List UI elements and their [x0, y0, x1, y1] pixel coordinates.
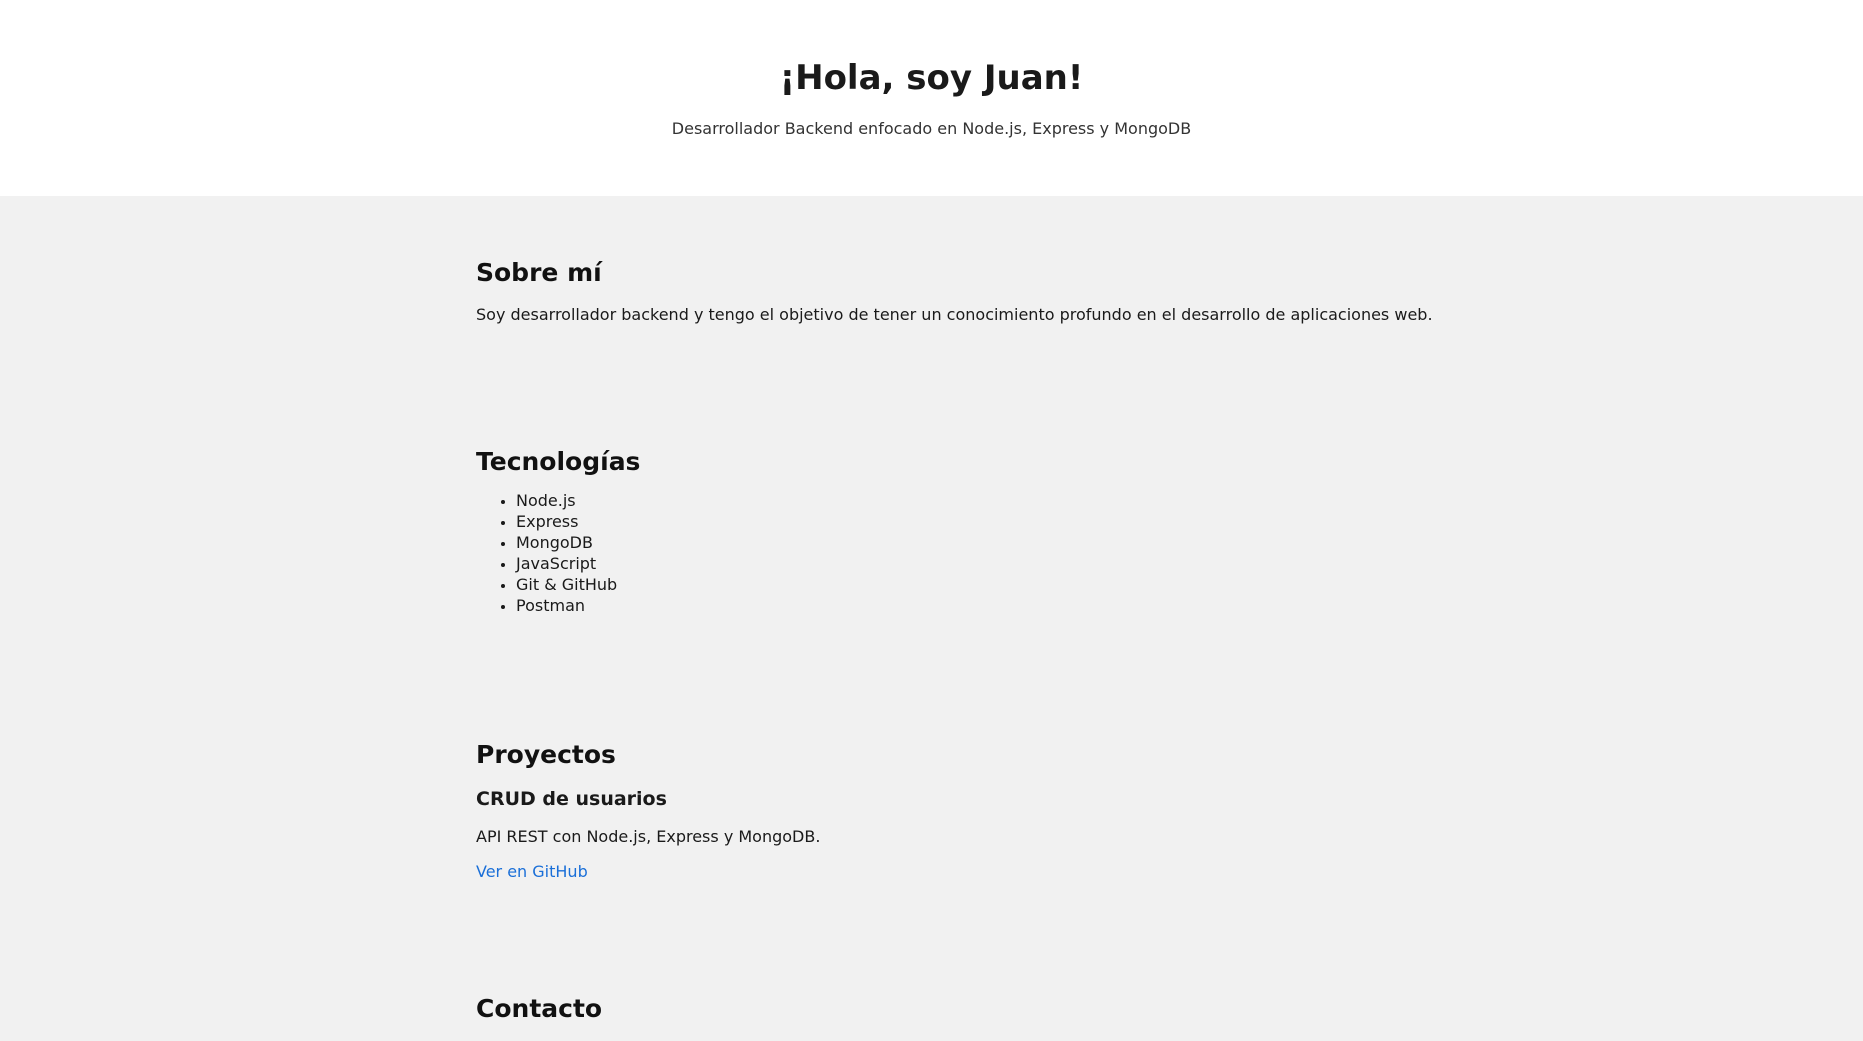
hero-header: ¡Hola, soy Juan! Desarrollador Backend e…	[0, 0, 1863, 196]
technologies-section: Tecnologías Node.js Express MongoDB Java…	[476, 445, 640, 616]
project-description: API REST con Node.js, Express y MongoDB.	[476, 827, 821, 846]
technologies-list: Node.js Express MongoDB JavaScript Git &…	[476, 490, 640, 616]
page-subtitle: Desarrollador Backend enfocado en Node.j…	[671, 119, 1192, 138]
project-card: CRUD de usuarios API REST con Node.js, E…	[476, 786, 820, 881]
about-section: Sobre mí Soy desarrollador backend y ten…	[476, 256, 1433, 326]
list-item: MongoDB	[516, 532, 640, 553]
page-title: ¡Hola, soy Juan!	[779, 58, 1084, 98]
projects-section: Proyectos CRUD de usuarios API REST con …	[476, 738, 820, 881]
about-heading: Sobre mí	[476, 258, 602, 287]
github-link[interactable]: Ver en GitHub	[476, 862, 588, 881]
projects-heading: Proyectos	[476, 740, 616, 769]
list-item: Git & GitHub	[516, 574, 640, 595]
list-item: Node.js	[516, 490, 640, 511]
contact-section: Contacto	[476, 992, 602, 1026]
technologies-heading: Tecnologías	[476, 447, 641, 476]
contact-heading: Contacto	[476, 994, 603, 1023]
main-content: Sobre mí Soy desarrollador backend y ten…	[0, 196, 1863, 1041]
list-item: JavaScript	[516, 553, 640, 574]
list-item: Express	[516, 511, 640, 532]
project-title: CRUD de usuarios	[476, 788, 667, 810]
list-item: Postman	[516, 595, 640, 616]
about-text: Soy desarrollador backend y tengo el obj…	[476, 305, 1433, 324]
